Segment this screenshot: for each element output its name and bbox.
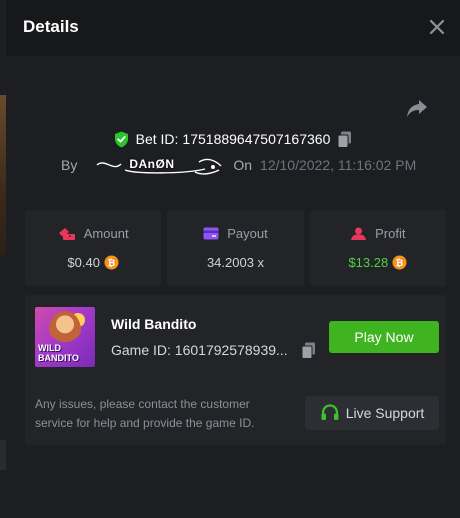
bet-id-label: Bet ID: — [135, 131, 179, 147]
profit-icon — [351, 227, 367, 240]
game-id: Game ID: 1601792578939... — [111, 342, 288, 358]
bet-id-row: Bet ID: 1751889647507167360 — [6, 128, 460, 150]
bet-date: 12/10/2022, 11:16:02 PM — [260, 157, 417, 173]
modal-header: Details — [6, 0, 460, 56]
game-card: WILD BANDITO Wild Bandito Game ID: 16017… — [25, 295, 446, 445]
stat-profit: Profit $13.28 ₿ — [309, 210, 446, 286]
bet-stats: Amount $0.40 ₿ Payout 34.2003 x Profit $… — [25, 210, 446, 286]
by-label: By — [61, 157, 78, 173]
game-id-value: 1601792578939... — [174, 342, 288, 358]
amount-icon — [58, 227, 75, 240]
close-icon[interactable] — [428, 18, 446, 36]
copy-icon[interactable] — [301, 342, 316, 359]
thumbnail-logo-text: WILD BANDITO — [38, 343, 79, 363]
modal-title: Details — [23, 17, 79, 36]
bet-id-value: 1751889647507167360 — [182, 131, 331, 147]
play-now-button[interactable]: Play Now — [329, 321, 439, 353]
payout-icon — [203, 227, 219, 240]
bitcoin-icon: ₿ — [392, 255, 407, 270]
game-id-label: Game ID: — [111, 342, 171, 358]
game-thumbnail[interactable]: WILD BANDITO — [35, 307, 95, 367]
share-icon[interactable] — [406, 98, 428, 118]
svg-text:₿: ₿ — [108, 258, 116, 268]
stat-label: Profit — [375, 226, 406, 241]
support-help-text: Any issues, please contact the customer … — [35, 397, 255, 430]
stat-payout: Payout 34.2003 x — [167, 210, 304, 286]
game-name: Wild Bandito — [111, 316, 197, 332]
stat-value: $13.28 — [348, 255, 389, 270]
username: DAnØN — [129, 157, 175, 171]
stat-value: 34.2003 x — [206, 255, 265, 270]
stat-label: Amount — [83, 226, 129, 241]
stat-amount: Amount $0.40 ₿ — [25, 210, 162, 286]
shield-check-icon — [114, 131, 128, 147]
live-support-label: Live Support — [345, 405, 425, 421]
headset-icon — [321, 404, 339, 420]
details-modal: Details Bet ID: 1751889647507167360 By D… — [6, 0, 460, 518]
svg-text:₿: ₿ — [396, 258, 404, 268]
bet-author-row: By DAnØN On 12/10/2022, 11:16:02 PM — [61, 154, 441, 176]
stat-value: $0.40 — [67, 255, 100, 270]
live-support-button[interactable]: Live Support — [305, 396, 439, 430]
stat-label: Payout — [227, 226, 268, 241]
username-badge[interactable]: DAnØN — [95, 154, 223, 176]
copy-icon[interactable] — [337, 131, 352, 148]
bitcoin-icon: ₿ — [104, 255, 119, 270]
on-label: On — [233, 157, 253, 173]
